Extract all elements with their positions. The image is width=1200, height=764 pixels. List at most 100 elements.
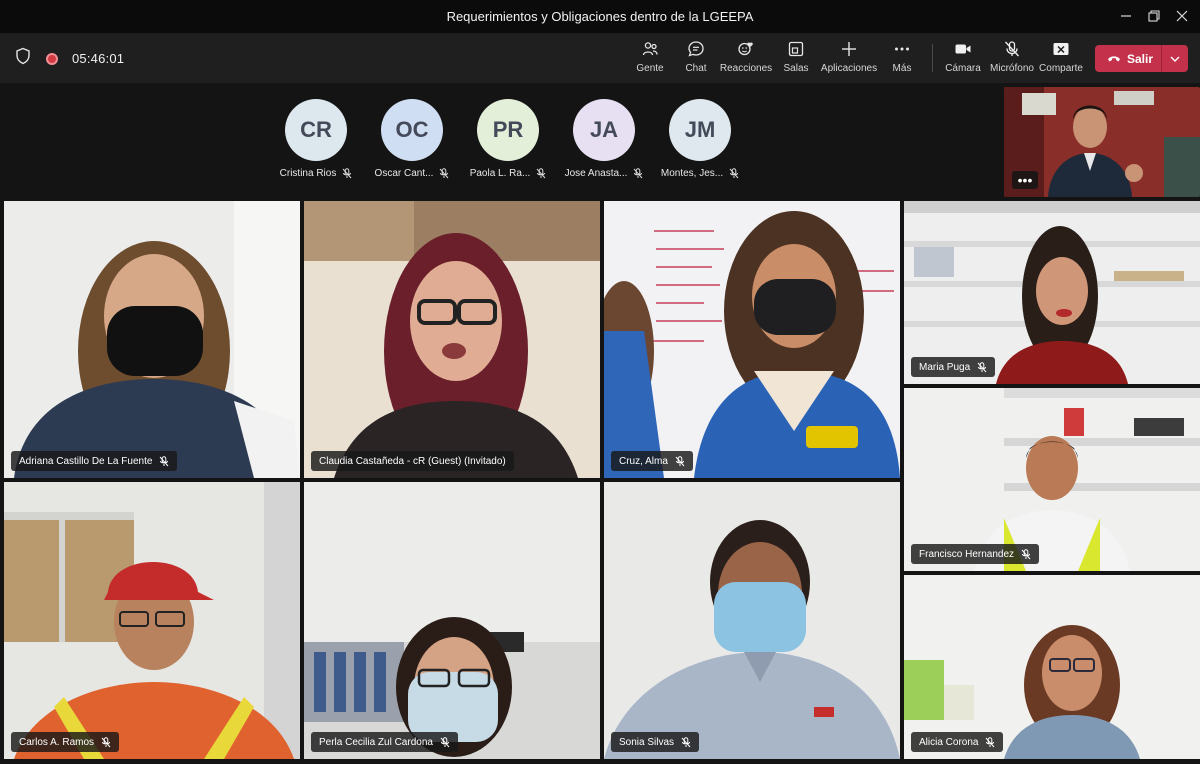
participant-video <box>604 482 900 759</box>
window-title: Requerimientos y Obligaciones dentro de … <box>446 9 754 24</box>
mic-off-icon <box>729 168 739 179</box>
share-button[interactable]: Comparte <box>1039 39 1083 79</box>
participant-video <box>304 201 600 478</box>
more-button[interactable]: Más <box>889 39 915 79</box>
participant-name: Maria Puga <box>919 361 971 373</box>
video-tile[interactable]: Adriana Castillo De La Fuente <box>4 201 300 478</box>
participant-nametag: Perla Cecilia Zul Cardona <box>311 732 458 752</box>
mic-off-icon <box>536 168 546 179</box>
more-icon <box>892 39 912 59</box>
meeting-timer: 05:46:01 <box>72 51 125 66</box>
minimize-icon <box>1121 15 1131 17</box>
restore-icon <box>1148 10 1160 22</box>
minimize-button[interactable] <box>1113 4 1139 28</box>
mic-off-icon <box>160 455 169 466</box>
camera-button[interactable]: Cámara <box>945 39 981 79</box>
avatar-card[interactable]: PR Paola L. Ra... <box>460 99 556 189</box>
chat-button[interactable]: Chat <box>681 39 711 79</box>
mic-off-icon <box>440 168 449 179</box>
chat-icon <box>686 39 706 59</box>
close-window-button[interactable] <box>1169 4 1195 28</box>
leave-main-button[interactable]: Salir <box>1095 45 1161 72</box>
avatar: OC <box>381 99 443 161</box>
plus-icon <box>839 39 859 59</box>
avatar-card[interactable]: JM Montes, Jes... <box>652 99 748 189</box>
participant-nametag: Sonia Silvas <box>611 732 700 752</box>
participant-name: Cristina Rios <box>279 168 337 179</box>
leave-options-button[interactable] <box>1162 45 1188 72</box>
share-icon <box>1051 39 1071 59</box>
toolbar-divider <box>932 44 933 72</box>
phone-hangup-icon <box>1108 55 1120 61</box>
video-tile[interactable]: Sonia Silvas <box>604 482 900 759</box>
mic-off-icon <box>634 168 643 179</box>
mic-off-icon <box>986 736 995 747</box>
mic-off-icon <box>681 736 691 747</box>
mic-off-icon <box>101 736 111 747</box>
leave-label: Salir <box>1127 51 1154 66</box>
mic-off-icon <box>440 736 450 747</box>
avatar: PR <box>477 99 539 161</box>
close-icon <box>1176 10 1188 22</box>
participant-nametag: Adriana Castillo De La Fuente <box>11 451 178 471</box>
participant-nametag: Alicia Corona <box>911 732 1004 752</box>
video-tile[interactable]: Francisco Hernandez <box>904 388 1200 571</box>
avatar-card[interactable]: JA Jose Anasta... <box>556 99 652 189</box>
avatar: JM <box>669 99 731 161</box>
teams-meeting-window: Requerimientos y Obligaciones dentro de … <box>0 0 1200 764</box>
participant-name: Francisco Hernandez <box>919 548 1015 560</box>
video-tile[interactable]: Maria Puga <box>904 201 1200 384</box>
participant-name: Carlos A. Ramos <box>19 736 95 748</box>
participant-name: Montes, Jes... <box>660 168 724 179</box>
title-bar: Requerimientos y Obligaciones dentro de … <box>0 0 1200 33</box>
mic-off-icon <box>1021 548 1031 559</box>
chevron-down-icon <box>1170 56 1180 62</box>
avatar: CR <box>285 99 347 161</box>
participant-name: Sonia Silvas <box>619 736 675 748</box>
participant-nametag: Cruz, Alma <box>611 451 693 471</box>
leave-button[interactable]: Salir <box>1095 45 1188 72</box>
people-icon <box>640 39 660 59</box>
reactions-button[interactable]: Reacciones <box>720 39 772 79</box>
self-view-more-button[interactable]: ••• <box>1012 171 1038 189</box>
meeting-stage: CR Cristina Rios OC Oscar Cant... PR Pao… <box>0 83 1200 764</box>
mic-off-icon <box>977 361 987 372</box>
participant-name: Claudia Castañeda - cR (Guest) (Invitado… <box>319 455 506 467</box>
avatar-card[interactable]: OC Oscar Cant... <box>364 99 460 189</box>
video-tile[interactable]: Cruz, Alma <box>604 201 900 478</box>
participant-name: Jose Anasta... <box>564 168 628 179</box>
mic-off-icon <box>342 168 352 179</box>
participant-name: Adriana Castillo De La Fuente <box>19 455 153 467</box>
breakout-rooms-icon <box>786 39 806 59</box>
audio-participants-row: CR Cristina Rios OC Oscar Cant... PR Pao… <box>268 99 748 189</box>
shield-icon[interactable] <box>14 47 32 70</box>
mic-off-icon <box>675 455 685 466</box>
microphone-button[interactable]: Micrófono <box>989 39 1035 79</box>
meeting-toolbar: 05:46:01 Gente Chat Reacciones Salas Apl… <box>0 33 1200 83</box>
participant-name: Paola L. Ra... <box>469 168 531 179</box>
participant-video <box>304 482 600 759</box>
apps-button[interactable]: Aplicaciones <box>821 39 877 79</box>
breakout-rooms-button[interactable]: Salas <box>782 39 810 79</box>
reactions-icon <box>736 39 756 59</box>
mic-off-icon <box>1002 39 1022 59</box>
avatar-card[interactable]: CR Cristina Rios <box>268 99 364 189</box>
participant-video <box>604 201 900 478</box>
participant-nametag: Francisco Hernandez <box>911 544 1040 564</box>
video-tile-active-speaker[interactable]: Claudia Castañeda - cR (Guest) (Invitado… <box>304 201 600 478</box>
participant-name: Alicia Corona <box>919 736 979 748</box>
restore-button[interactable] <box>1141 4 1167 28</box>
participant-nametag: Carlos A. Ramos <box>11 732 120 752</box>
participant-name: Oscar Cant... <box>374 168 434 179</box>
video-tile[interactable]: Alicia Corona <box>904 575 1200 759</box>
camera-icon <box>953 39 973 59</box>
video-tile[interactable]: Perla Cecilia Zul Cardona <box>304 482 600 759</box>
avatar: JA <box>573 99 635 161</box>
participant-name: Cruz, Alma <box>619 455 668 467</box>
participant-nametag: Claudia Castañeda - cR (Guest) (Invitado… <box>311 451 514 471</box>
self-video-preview[interactable]: ••• <box>1004 87 1200 197</box>
participant-name: Perla Cecilia Zul Cardona <box>319 736 433 748</box>
participant-video <box>4 201 300 478</box>
video-tile[interactable]: Carlos A. Ramos <box>4 482 300 759</box>
people-button[interactable]: Gente <box>633 39 667 79</box>
